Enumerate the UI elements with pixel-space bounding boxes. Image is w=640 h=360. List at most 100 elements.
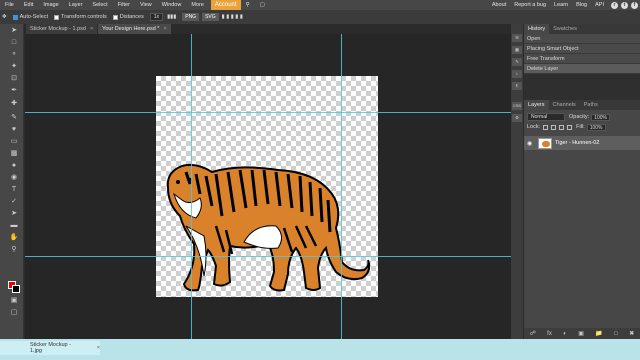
menu-edit[interactable]: Edit (19, 0, 38, 10)
move-tool-icon[interactable]: ➤ (9, 26, 19, 35)
eraser-tool-icon[interactable]: ▭ (9, 137, 19, 146)
history-item[interactable]: Placing Smart Object (524, 44, 640, 54)
path-select-icon[interactable]: ➤ (9, 209, 19, 218)
distribute-icons[interactable]: ▮ ▮ ▮ ▮ ▮ (222, 14, 243, 20)
facebook-icon[interactable]: f (631, 1, 638, 9)
new-group-icon[interactable]: 📁 (595, 330, 602, 337)
guide-vertical[interactable] (341, 34, 342, 339)
lock-transparency-icon[interactable] (543, 124, 549, 130)
link-about[interactable]: About (488, 2, 510, 8)
menu-file[interactable]: File (0, 0, 19, 10)
panel-toggle-brush[interactable]: ✎ (512, 58, 522, 66)
blend-mode-select[interactable]: Normal (527, 113, 565, 121)
lock-position-icon[interactable] (559, 124, 565, 130)
tab-channels[interactable]: Channels (549, 100, 580, 110)
opacity-field[interactable]: 100% (591, 113, 610, 121)
close-icon[interactable]: × (163, 24, 166, 34)
brush-tool-icon[interactable]: ✎ (9, 113, 19, 122)
link-learn[interactable]: Learn (550, 2, 572, 8)
history-item[interactable]: Free Transform (524, 54, 640, 64)
guide-vertical[interactable] (191, 34, 192, 339)
guide-horizontal[interactable] (25, 256, 523, 257)
guide-horizontal[interactable] (25, 112, 523, 113)
menu-image[interactable]: Image (38, 0, 63, 10)
auto-select-checkbox[interactable] (12, 14, 18, 20)
export-svg-button[interactable]: SVG (202, 13, 219, 21)
twitter-icon[interactable]: t (621, 1, 628, 9)
delete-layer-icon[interactable]: ✖ (629, 330, 634, 337)
tab-history[interactable]: History (524, 24, 550, 34)
lock-all-icon[interactable] (567, 124, 573, 130)
tiger-image (166, 163, 371, 292)
tab-layers[interactable]: Layers (524, 100, 549, 110)
lock-pixels-icon[interactable] (551, 124, 557, 130)
panel-toggle-history[interactable]: ☰ (512, 34, 522, 42)
adjustment-layer-icon[interactable]: ◐ (563, 331, 567, 337)
fullscreen-icon[interactable]: ▢ (255, 0, 270, 10)
link-layers-icon[interactable]: ☍ (530, 330, 536, 337)
dodge-tool-icon[interactable]: ◉ (9, 173, 19, 182)
export-png-button[interactable]: PNG (182, 13, 200, 21)
doc-tab-your-design[interactable]: Your Design Here.psd * × (98, 24, 171, 34)
panel-toggle-info[interactable]: i (512, 70, 522, 78)
distances-checkbox[interactable] (112, 14, 118, 20)
history-item[interactable]: Open (524, 34, 640, 44)
menu-filter[interactable]: Filter (113, 0, 135, 10)
tab-paths[interactable]: Paths (580, 100, 602, 110)
new-layer-icon[interactable]: □ (614, 331, 618, 337)
link-blog[interactable]: Blog (572, 2, 591, 8)
canvas-workspace[interactable] (25, 34, 523, 339)
menu-more[interactable]: More (186, 0, 209, 10)
account-button[interactable]: Account (210, 0, 241, 10)
layer-mask-icon[interactable]: ▣ (578, 330, 584, 337)
menu-view[interactable]: View (135, 0, 157, 10)
search-icon[interactable]: ⚲ (241, 0, 255, 10)
document-tabs: Sticker Mockup - 1.psd × Your Design Her… (26, 24, 476, 34)
pen-tool-icon[interactable]: ✓ (9, 197, 19, 206)
link-report-bug[interactable]: Report a bug (510, 2, 550, 8)
transform-controls-checkbox[interactable] (54, 14, 60, 20)
menu-layer[interactable]: Layer (64, 0, 88, 10)
doc-tab-sticker-mockup[interactable]: Sticker Mockup - 1.psd × (26, 24, 98, 34)
lasso-tool-icon[interactable]: ⚬ (9, 50, 19, 59)
eyedropper-icon[interactable]: ✒ (9, 86, 19, 95)
blur-tool-icon[interactable]: ● (9, 161, 19, 170)
align-icons[interactable]: ▮▮▮ (167, 14, 176, 20)
gradient-tool-icon[interactable]: ▩ (9, 149, 19, 158)
type-tool-icon[interactable]: T (9, 185, 19, 194)
reddit-icon[interactable]: r (611, 1, 618, 9)
tab-swatches[interactable]: Swatches (549, 24, 581, 34)
panel-toggle-css[interactable]: CSS (512, 102, 522, 110)
auto-select-option[interactable]: Auto-Select (12, 14, 48, 20)
panel-toggle-swatches[interactable]: ▩ (512, 46, 522, 54)
history-item[interactable]: Delete Layer (524, 64, 640, 74)
magic-wand-icon[interactable]: ✦ (9, 62, 19, 71)
layer-effects-icon[interactable]: fx (547, 331, 552, 337)
panel-toggle-properties[interactable]: ⚙ (512, 114, 522, 122)
close-icon[interactable]: × (97, 345, 100, 351)
crop-tool-icon[interactable]: ⊡ (9, 74, 19, 83)
eye-icon[interactable]: ◉ (527, 140, 535, 147)
link-api[interactable]: API (591, 2, 608, 8)
menu-select[interactable]: Select (87, 0, 112, 10)
panel-toggle-paragraph[interactable]: ¶ (512, 82, 522, 90)
healing-brush-icon[interactable]: ✚ (9, 99, 19, 108)
document-canvas[interactable] (156, 76, 378, 297)
close-icon[interactable]: × (90, 24, 93, 34)
zoom-select[interactable]: 1x (149, 13, 164, 21)
download-item[interactable]: Sticker Mockup - 1.jpg × (0, 341, 100, 355)
distances-option[interactable]: Distances (112, 14, 144, 20)
lock-row: Lock: Fill: 100% (524, 122, 640, 132)
background-color-swatch[interactable] (12, 285, 20, 293)
shape-tool-icon[interactable]: ▬ (9, 221, 19, 230)
menu-window[interactable]: Window (157, 0, 187, 10)
layer-row[interactable]: ◉ Tiger - Hunnen-02 (524, 136, 640, 150)
screen-mode-icon[interactable]: ▢ (9, 308, 19, 317)
marquee-tool-icon[interactable]: □ (9, 38, 19, 47)
fill-field[interactable]: 100% (586, 123, 606, 131)
zoom-tool-icon[interactable]: ⚲ (9, 245, 19, 254)
clone-stamp-icon[interactable]: ♥ (9, 125, 19, 134)
quick-mask-icon[interactable]: ▣ (9, 296, 19, 305)
hand-tool-icon[interactable]: ✋ (9, 233, 19, 242)
transform-controls-option[interactable]: Transform controls (54, 14, 107, 20)
